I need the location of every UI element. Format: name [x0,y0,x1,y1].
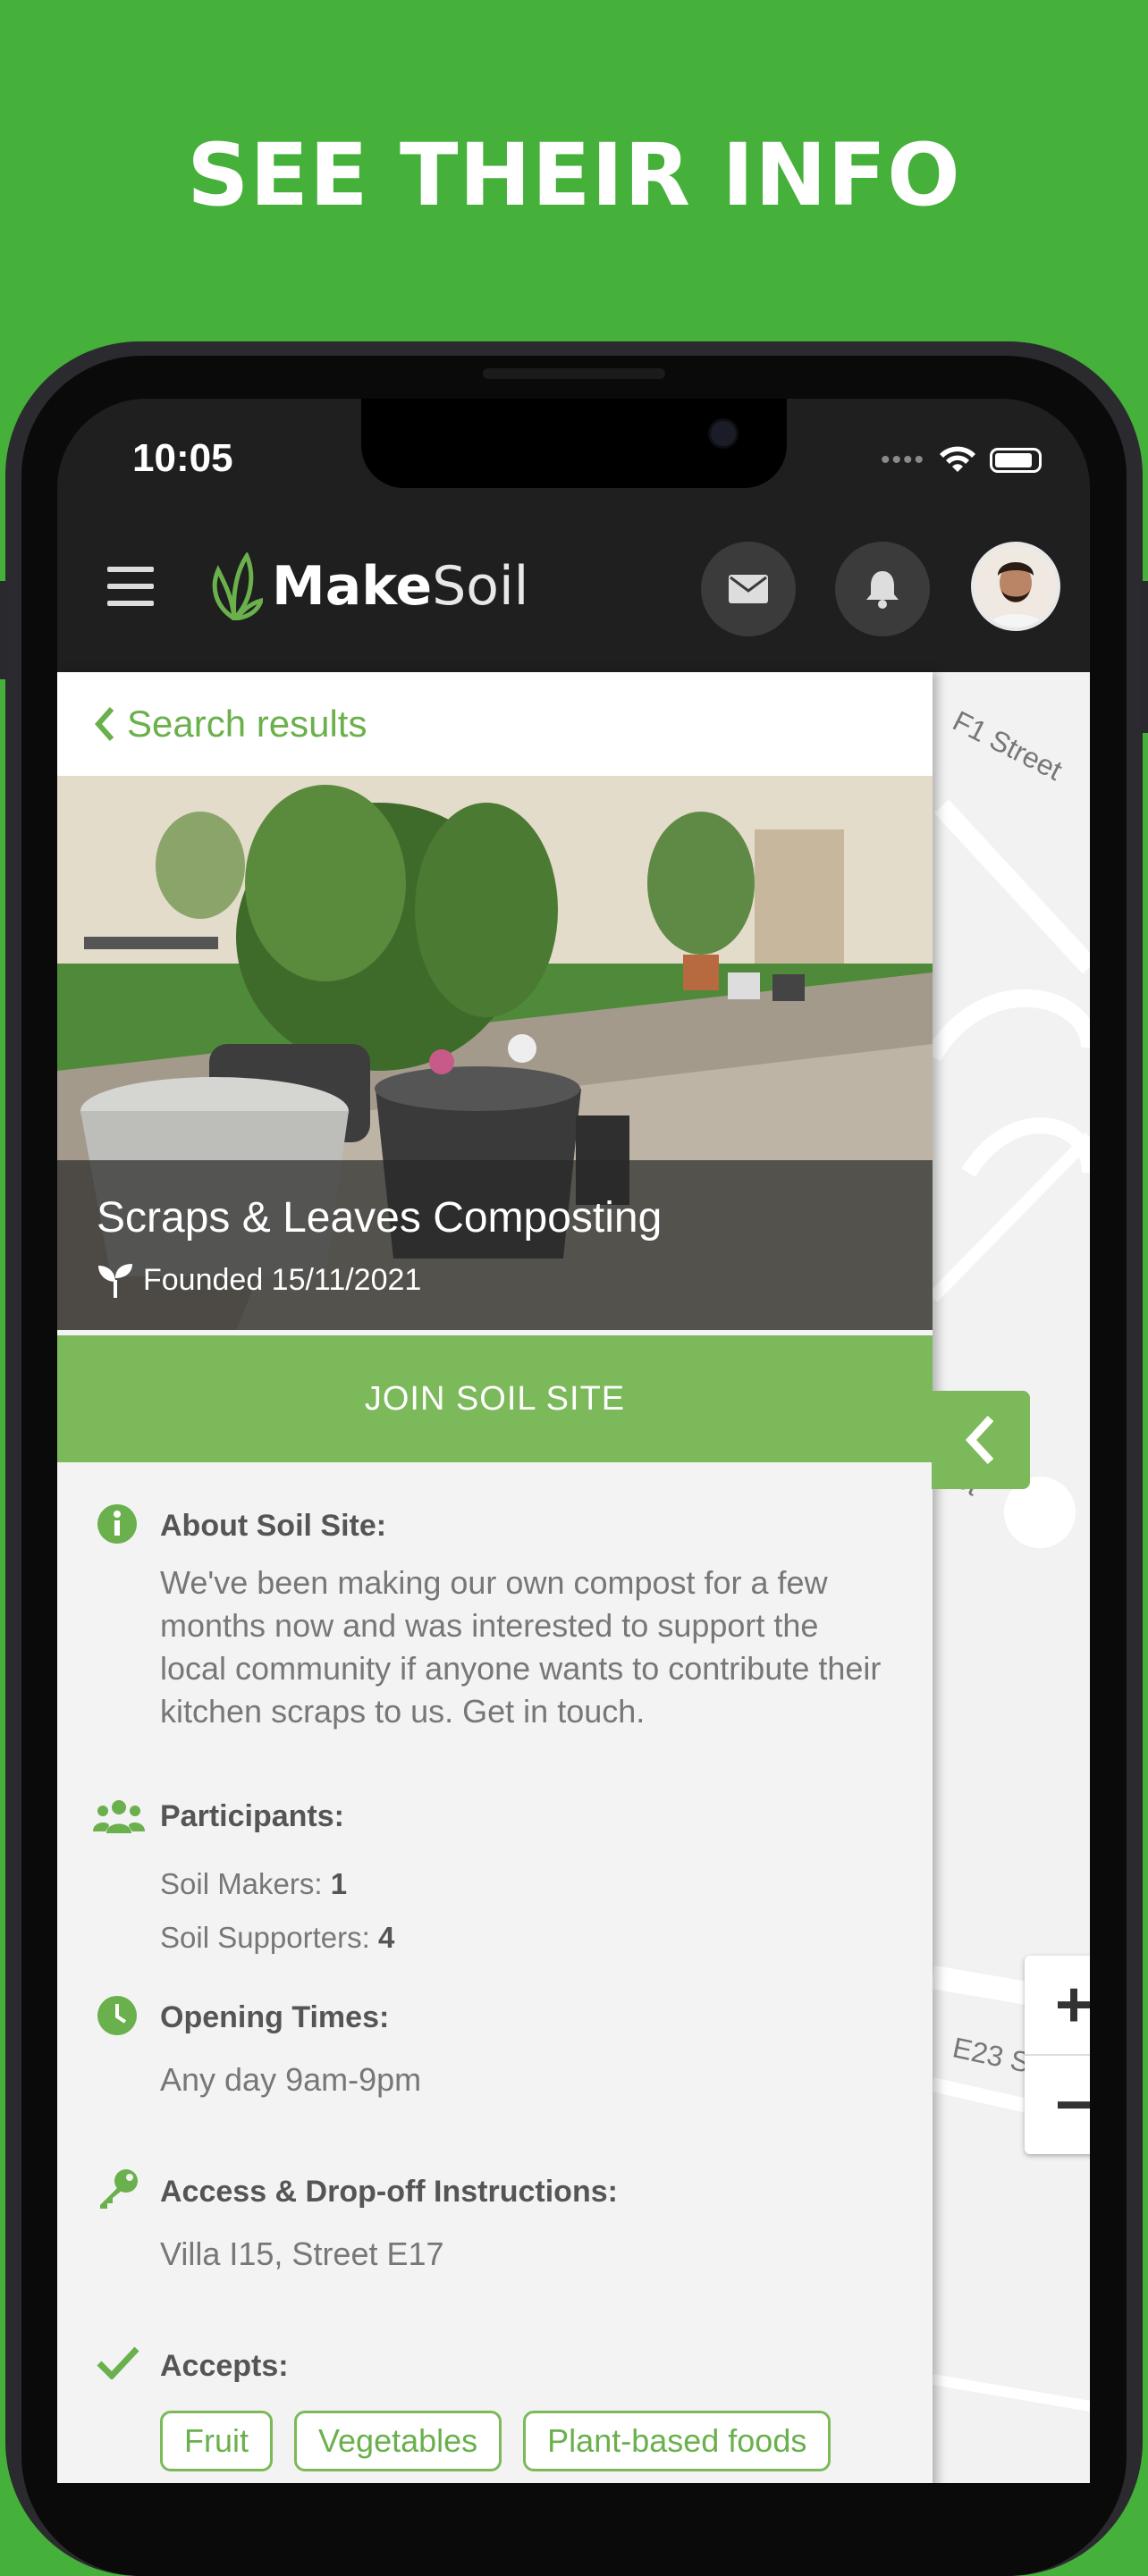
leaf-logo-icon [212,552,263,620]
promo-headline: SEE THEIR INFO [187,125,961,225]
phone-side-button [1141,581,1148,733]
access-text: Villa I15, Street E17 [160,2235,444,2272]
phone-speaker [483,368,665,379]
accept-tag: Fruit [160,2411,273,2471]
back-link-label: Search results [127,703,367,745]
bell-icon [866,571,899,609]
join-soil-site-button[interactable]: JOIN SOIL SITE [57,1335,933,1462]
notifications-button[interactable] [835,542,930,636]
phone-side-button [0,581,7,679]
map-view[interactable] [924,672,1090,2483]
access-title: Access & Drop-off Instructions: [160,2175,618,2209]
wifi-icon [940,446,975,472]
envelope-icon [729,575,768,603]
app-header: MakeSoil [57,517,1090,669]
soil-supporters-row: Soil Supporters: 4 [160,1911,933,1965]
accept-tag: Plant-based foods [523,2411,831,2471]
photo-caption-overlay [57,1160,933,1330]
logo-text-light: Soil [432,555,529,618]
status-icons: •••• [881,445,1042,476]
opening-times-text: Any day 9am-9pm [160,2061,422,2098]
about-title: About Soil Site: [160,1509,387,1543]
opening-times-section: Opening Times: Any day 9am-9pm [57,1996,933,2101]
map-zoom-controls: + − [1025,1956,1090,2154]
founded-date: Founded 15/11/2021 [143,1262,422,1297]
about-text: We've been making our own compost for a … [160,1564,882,1730]
site-photo: Scraps & Leaves Composting Founded 15/11… [57,776,933,1330]
chevron-left-icon [95,707,114,741]
logo-text-bold: Make [272,555,433,618]
zoom-out-button[interactable]: − [1025,2056,1090,2154]
checkmark-icon [97,2346,139,2379]
info-icon [97,1504,137,1544]
participants-section: Participants: Soil Makers: 1 Soil Suppor… [57,1799,933,1965]
messages-button[interactable] [701,542,796,636]
soil-supporters-label: Soil Supporters: [160,1921,378,1954]
soil-makers-row: Soil Makers: 1 [160,1857,933,1911]
battery-icon [990,448,1042,473]
phone-screen: 10:05 •••• MakeSoil F1 Street E23 Street… [57,399,1090,2483]
accepts-tags: Fruit Vegetables Plant-based foods [160,2411,933,2471]
back-to-search-link[interactable]: Search results [57,672,933,776]
collapse-panel-button[interactable] [932,1391,1030,1489]
users-icon [93,1800,145,1833]
status-time: 10:05 [132,436,233,480]
menu-icon[interactable] [107,567,154,606]
accepts-section: Accepts: Fruit Vegetables Plant-based fo… [57,2346,933,2471]
founded-row: Founded 15/11/2021 [97,1262,421,1298]
opening-times-title: Opening Times: [160,2000,390,2034]
accept-tag: Vegetables [294,2411,502,2471]
notch [361,399,787,488]
soil-supporters-count: 4 [377,1921,395,1954]
map-streets-graphic [924,799,1090,2412]
sprout-icon [98,1264,132,1298]
cellular-signal-icon: •••• [880,445,925,475]
site-name: Scraps & Leaves Composting [97,1194,663,1242]
participants-title: Participants: [160,1799,344,1833]
about-section: About Soil Site: We've been making our o… [57,1504,933,1733]
front-camera [708,418,739,449]
user-avatar[interactable] [971,542,1060,631]
key-icon [100,2169,138,2209]
soil-makers-label: Soil Makers: [160,1867,331,1900]
soil-makers-count: 1 [330,1867,348,1900]
soil-site-panel: Search results Scraps & Leaves Compostin… [57,672,933,2483]
clock-icon [97,1996,137,2035]
makesoil-logo[interactable]: MakeSoil [206,552,528,620]
accepts-title: Accepts: [160,2349,289,2383]
chevron-left-icon [966,1415,994,1465]
access-section: Access & Drop-off Instructions: Villa I1… [57,2169,933,2276]
zoom-in-button[interactable]: + [1025,1956,1090,2056]
